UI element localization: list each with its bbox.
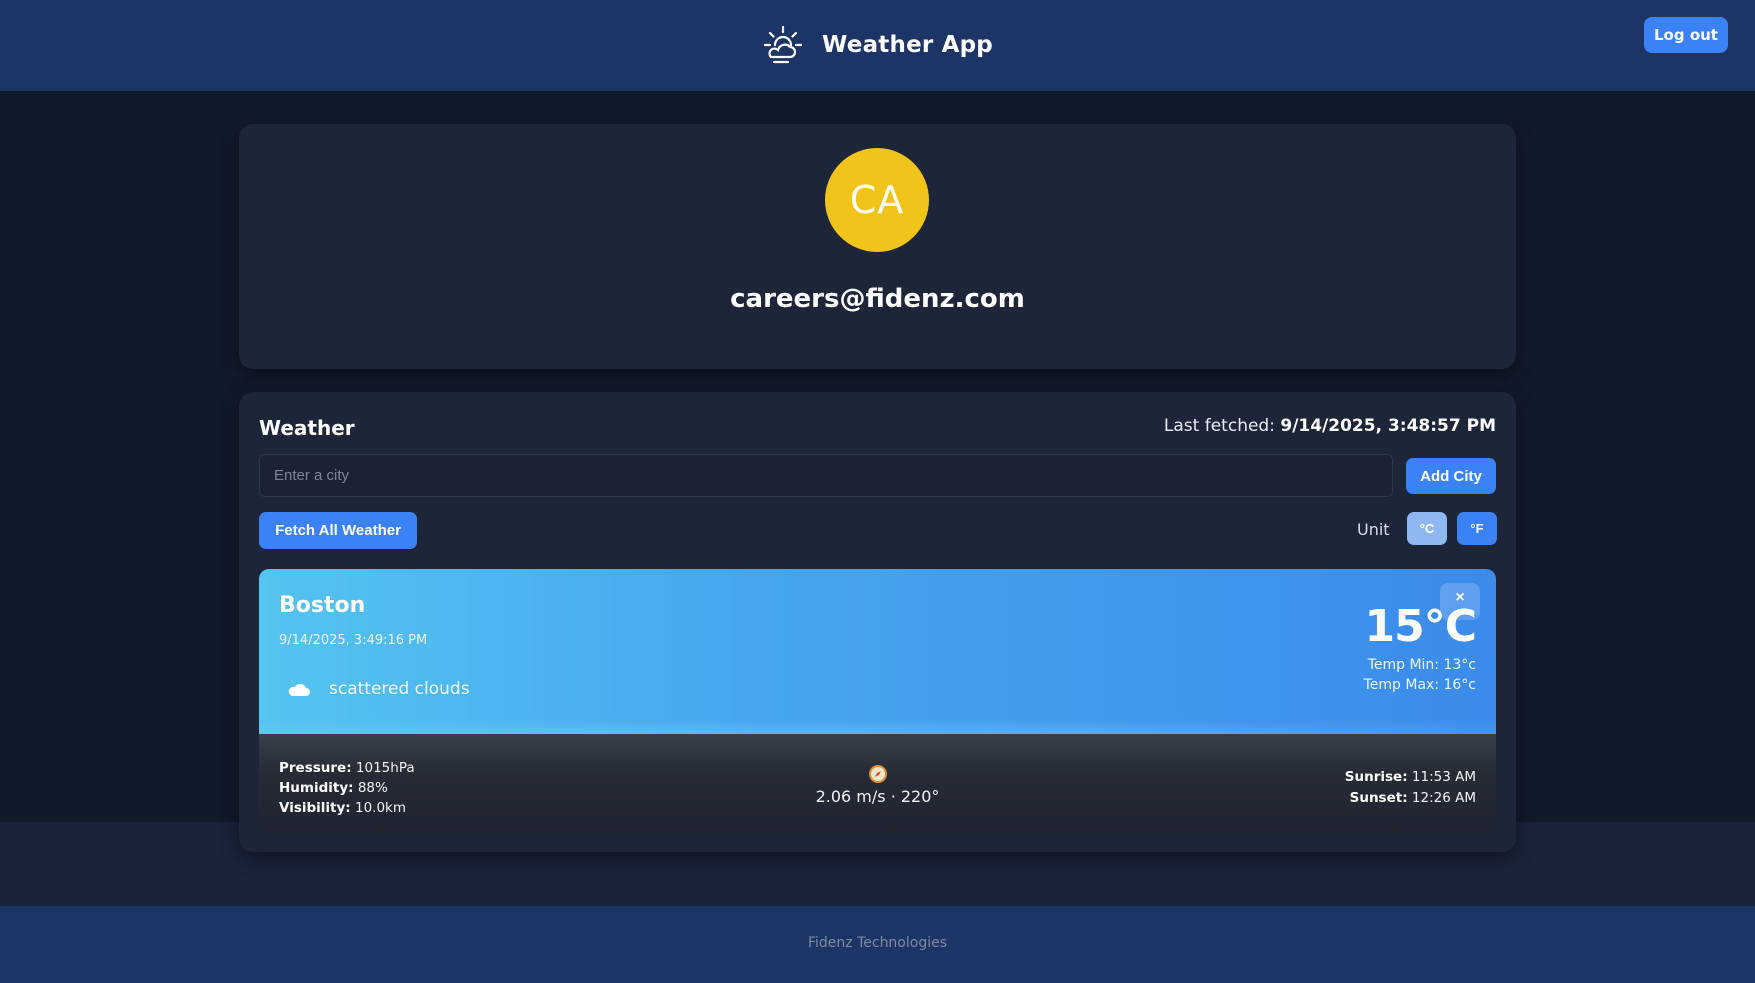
avatar: CA [825,148,929,252]
city-card-details: Pressure: 1015hPa Humidity: 88% Visibili… [259,734,1496,833]
unit-label: Unit [1357,520,1390,539]
brand: Weather App [762,24,993,66]
last-fetched: Last fetched: 9/14/2025, 3:48:57 PM [1164,416,1496,436]
stats-right: Sunrise: 11:53 AM Sunset: 12:26 AM [1345,767,1476,809]
sunrise-row: Sunrise: 11:53 AM [1345,767,1476,788]
cloud-icon [288,683,310,696]
sunrise-label: Sunrise: [1344,769,1408,785]
app-footer: Fidenz Technologies [0,906,1755,983]
weather-condition: scattered clouds [287,679,470,699]
temp-max-label: Temp Max: [1363,677,1440,693]
fetch-all-weather-button[interactable]: Fetch All Weather [259,512,417,549]
city-weather-card: Boston 9/14/2025, 3:49:16 PM scattered c… [259,569,1496,833]
footer-text: Fidenz Technologies [807,934,948,951]
weather-card: Weather Last fetched: 9/14/2025, 3:48:57… [239,392,1516,852]
city-input[interactable] [259,454,1393,497]
user-email: careers@fidenz.com [730,284,1025,314]
temp-min: Temp Min: 13°c [1368,657,1476,673]
condition-text: scattered clouds [329,679,470,699]
unit-fahrenheit-button[interactable]: °F [1457,512,1497,545]
sunset-label: Sunset: [1349,790,1408,806]
logout-button[interactable]: Log out [1644,17,1728,53]
sunset-row: Sunset: 12:26 AM [1345,788,1476,809]
sun-cloud-icon [763,25,803,63]
temp-min-value: 13°c [1443,657,1476,673]
sunset-value: 12:26 AM [1411,790,1476,806]
app-header: Weather App Log out [0,0,1755,91]
profile-card: CA careers@fidenz.com [239,124,1516,369]
weather-section-title: Weather [259,416,355,440]
temp-max: Temp Max: 16°c [1364,677,1476,693]
remove-city-button[interactable]: × [1440,583,1480,620]
last-fetched-value: 9/14/2025, 3:48:57 PM [1280,416,1496,436]
wind-info: 2.06 m/s · 220° [259,764,1496,806]
city-card-header: Boston 9/14/2025, 3:49:16 PM scattered c… [259,569,1496,752]
unit-celsius-button[interactable]: °C [1407,512,1447,545]
last-fetched-label: Last fetched: [1163,416,1275,436]
city-name: Boston [279,593,366,618]
compass-icon [868,765,887,783]
sunrise-value: 11:53 AM [1411,769,1476,785]
temp-min-label: Temp Min: [1367,657,1440,673]
city-datetime: 9/14/2025, 3:49:16 PM [279,633,428,648]
temp-max-value: 16°c [1443,677,1476,693]
wind-text: 2.06 m/s · 220° [815,787,940,806]
add-city-button[interactable]: Add City [1406,458,1496,494]
app-title: Weather App [822,31,993,58]
